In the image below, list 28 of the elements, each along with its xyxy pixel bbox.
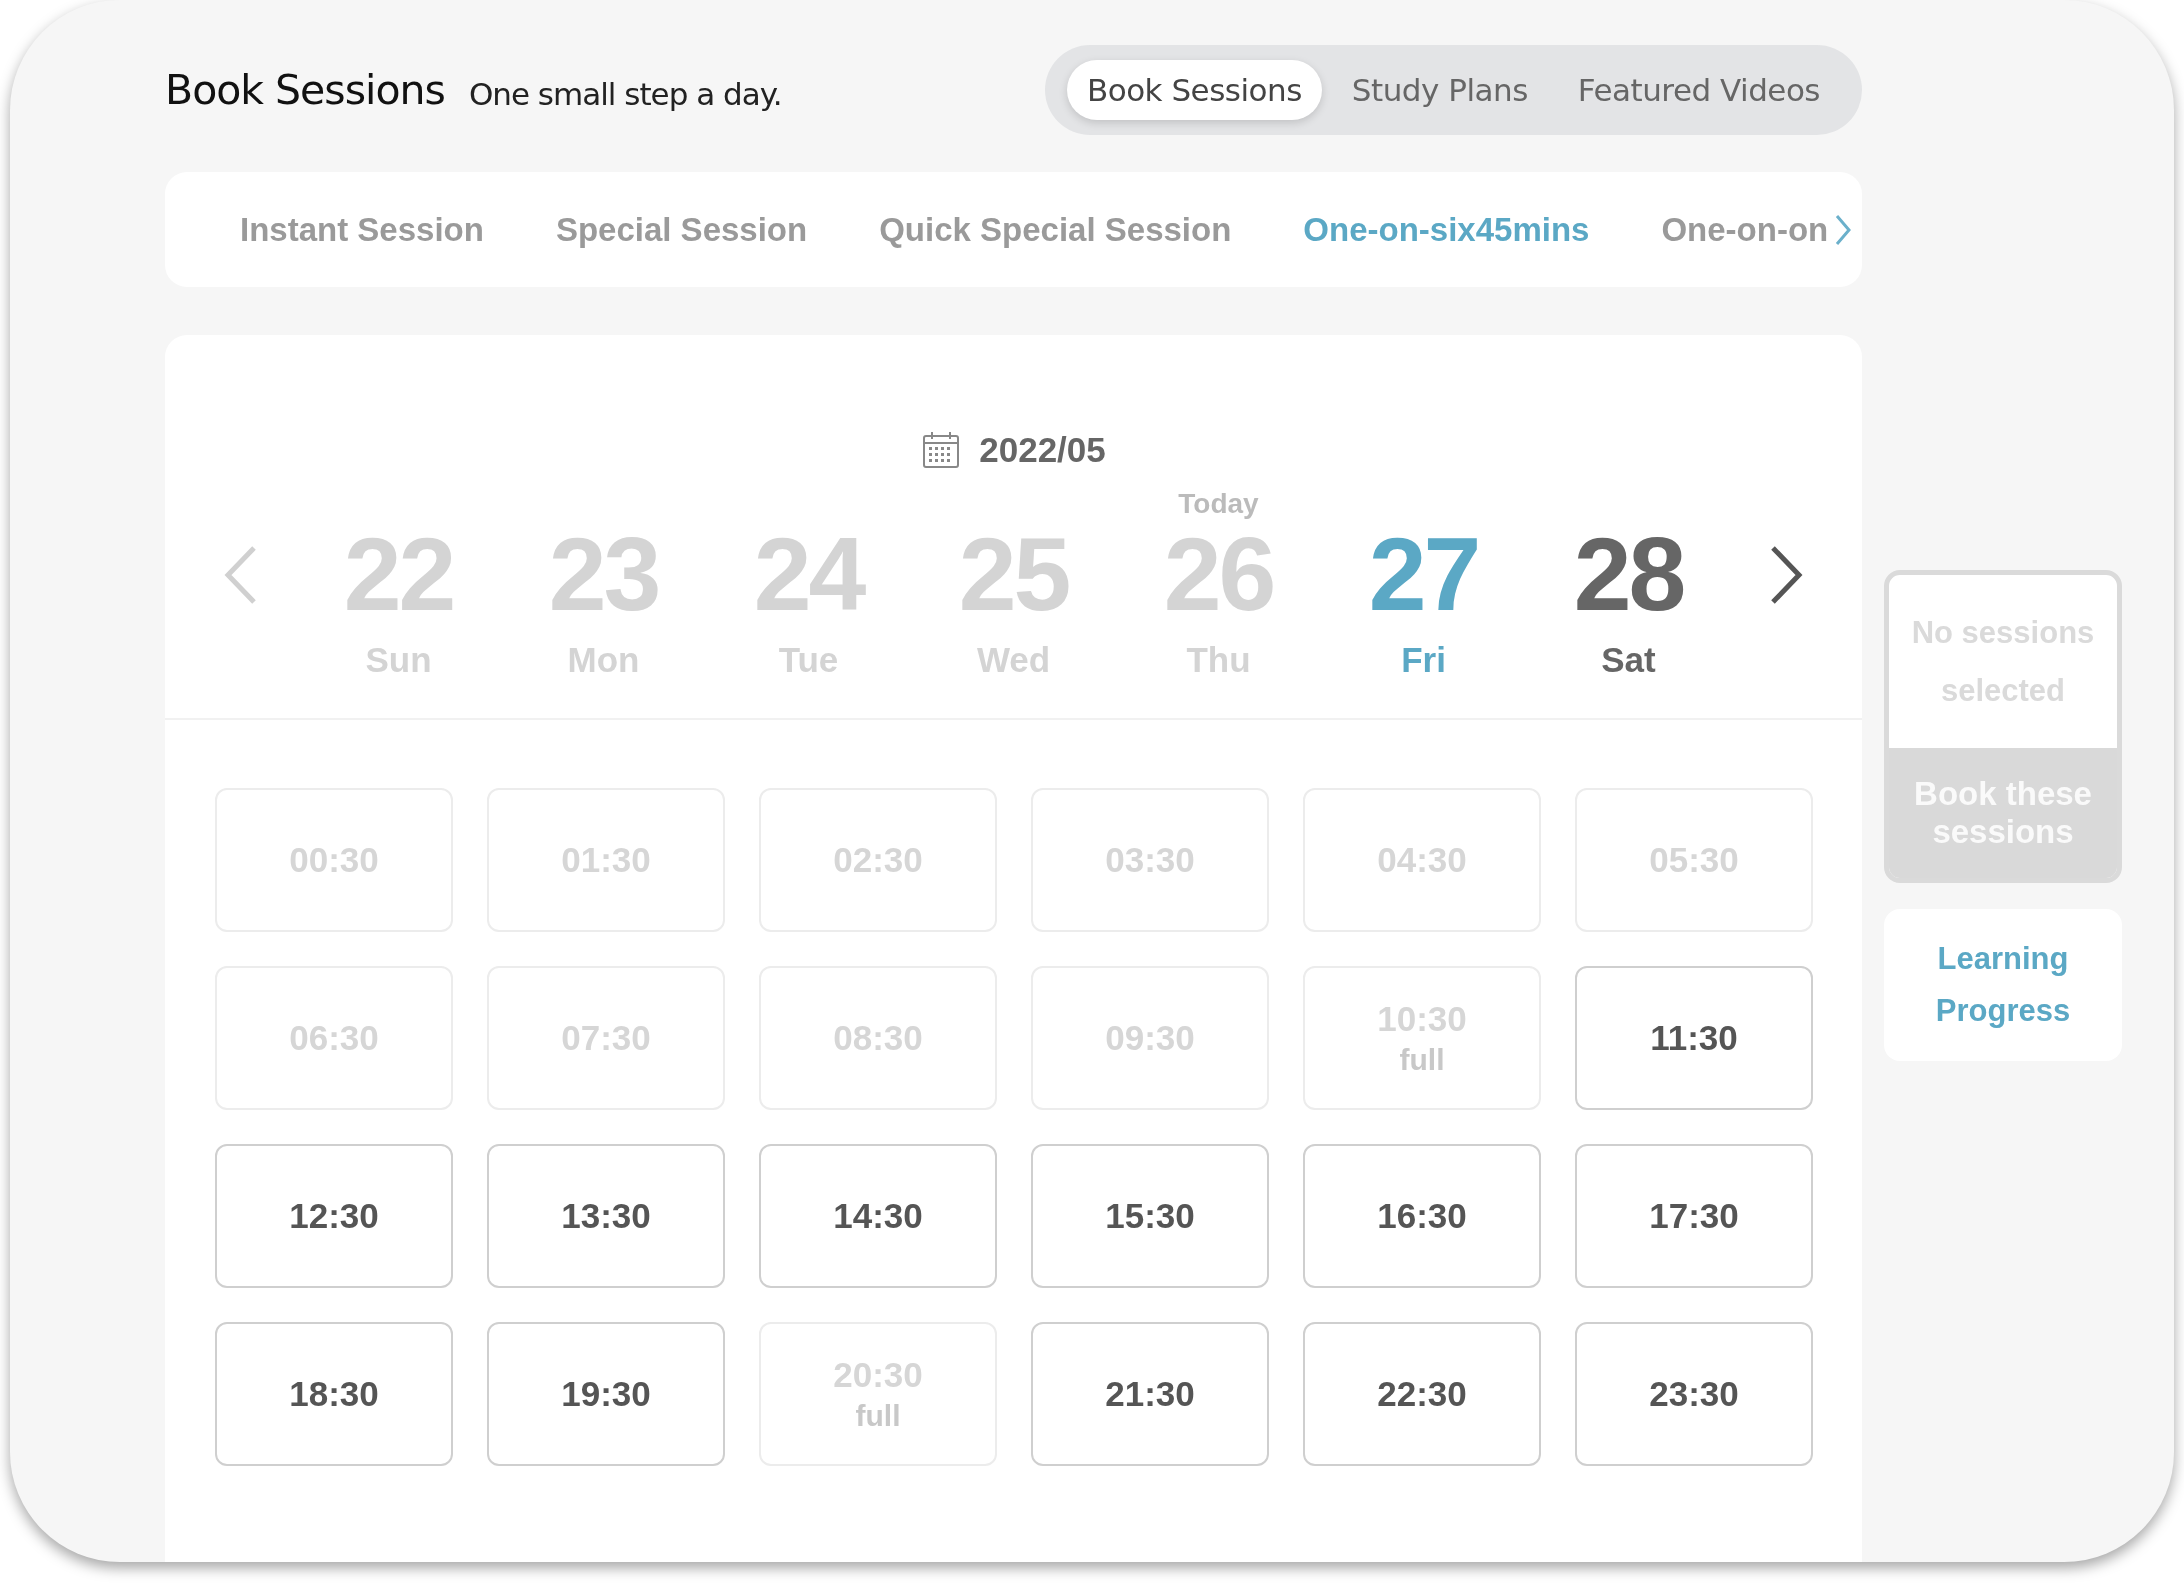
time-slot[interactable]: 14:30 <box>759 1144 997 1288</box>
learning-progress-link[interactable]: Learning Progress <box>1933 933 2073 1037</box>
nav-tab[interactable]: Book Sessions <box>1066 60 1322 120</box>
session-type-tab[interactable]: One-on-six45mins <box>1303 210 1590 249</box>
page-subtitle: One small step a day. <box>468 76 782 112</box>
session-type-tab[interactable]: Quick Special Session <box>879 210 1232 249</box>
time-slot[interactable]: 17:30 <box>1575 1144 1813 1288</box>
nav-tab[interactable]: Featured Videos <box>1557 60 1840 120</box>
page-title: Book Sessions <box>165 66 445 114</box>
time-slot[interactable]: 15:30 <box>1031 1144 1269 1288</box>
day-option[interactable]: 28 Sat <box>1526 488 1731 680</box>
today-label: Today <box>1178 488 1259 521</box>
session-type-tab[interactable]: Special Session <box>555 210 808 249</box>
calendar-icon <box>921 430 962 470</box>
time-slot[interactable]: 13:30 <box>487 1144 725 1288</box>
session-type-tab[interactable]: One-on-on <box>1661 210 1829 249</box>
time-slot[interactable]: 19:30 <box>487 1322 725 1466</box>
day-option[interactable]: 27 Fri <box>1321 488 1526 680</box>
time-slot[interactable]: 12:30 <box>215 1144 453 1288</box>
time-slot[interactable]: 22:30 <box>1303 1322 1541 1466</box>
nav-tab[interactable]: Study Plans <box>1331 60 1548 120</box>
month-label: 2022/05 <box>979 430 1106 470</box>
time-slot[interactable]: 21:30 <box>1031 1322 1269 1466</box>
time-slot[interactable]: 11:30 <box>1575 966 1813 1110</box>
session-type-tab[interactable]: Instant Session <box>240 210 484 249</box>
time-slot[interactable]: 23:30 <box>1575 1322 1813 1466</box>
time-slot[interactable]: 16:30 <box>1303 1144 1541 1288</box>
time-slot[interactable]: 18:30 <box>215 1322 453 1466</box>
